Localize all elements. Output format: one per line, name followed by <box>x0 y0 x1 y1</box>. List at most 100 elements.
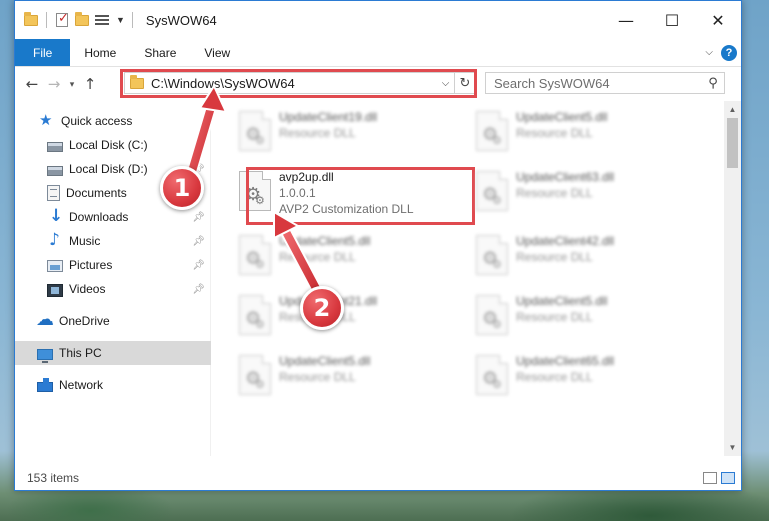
sidebar-item-pictures[interactable]: Pictures 📌︎ <box>15 253 211 277</box>
pin-icon[interactable]: 📌︎ <box>192 284 205 295</box>
sidebar-item-music[interactable]: Music 📌︎ <box>15 229 211 253</box>
music-icon <box>47 230 63 250</box>
sidebar-item-this-pc[interactable]: This PC <box>15 341 211 365</box>
close-button[interactable]: ✕ <box>695 1 741 39</box>
window-controls: — ☐ ✕ <box>603 1 741 39</box>
file-description: Resource DLL <box>279 126 356 140</box>
videos-icon <box>47 283 63 297</box>
tab-file[interactable]: File <box>15 39 71 66</box>
view-toggle <box>703 472 741 484</box>
toolbar-divider <box>131 12 133 28</box>
sidebar-item-label: Local Disk (C:) <box>69 138 148 152</box>
dll-file-icon: ⚙ ⚙ <box>476 235 508 275</box>
dll-file-icon: ⚙ ⚙ <box>239 295 271 335</box>
recent-locations-chevron-icon[interactable]: ▾ <box>65 79 79 90</box>
sidebar-item-label: Documents <box>66 186 127 200</box>
scroll-up-arrow-icon[interactable]: ▲ <box>724 101 741 118</box>
up-button[interactable]: ↑ <box>79 75 101 93</box>
file-description: Resource DLL <box>516 310 593 324</box>
file-description: Resource DLL <box>279 370 356 384</box>
sidebar-item-onedrive[interactable]: OneDrive <box>15 309 211 333</box>
file-description: Resource DLL <box>516 126 593 140</box>
sidebar-item-local-disk-c[interactable]: Local Disk (C:) 📌︎ <box>15 133 211 157</box>
file-name: UpdateClient42.dll <box>516 234 615 248</box>
network-icon <box>37 377 53 392</box>
file-item[interactable]: ⚙ ⚙ UpdateClient5.dll Resource DLL <box>239 229 459 285</box>
dll-file-icon: ⚙ ⚙ <box>476 171 508 211</box>
back-button[interactable]: ← <box>21 75 43 93</box>
dll-file-icon: ⚙ ⚙ <box>239 235 271 275</box>
pin-icon[interactable]: 📌︎ <box>192 260 205 271</box>
toolbar-divider <box>46 12 47 28</box>
ribbon-right-controls: ⌵ ? <box>705 44 741 61</box>
explorer-window: ▼ SysWOW64 — ☐ ✕ File Home Share View ⌵ … <box>14 0 742 491</box>
dll-file-icon: ⚙ ⚙ <box>476 111 508 151</box>
documents-icon <box>47 185 60 201</box>
new-folder-icon[interactable] <box>74 12 90 28</box>
pin-icon[interactable]: 📌︎ <box>192 236 205 247</box>
sidebar-item-label: This PC <box>59 346 102 360</box>
file-description: Resource DLL <box>516 250 593 264</box>
folder-icon[interactable] <box>23 12 39 28</box>
file-item[interactable]: ⚙ ⚙ UpdateClient5.dll Resource DLL <box>239 349 459 405</box>
sidebar-item-label: Pictures <box>69 258 113 272</box>
file-name: UpdateClient5.dll <box>279 234 371 248</box>
search-box[interactable]: Search SysWOW64 ⚲ <box>485 72 725 94</box>
expand-ribbon-chevron-icon[interactable]: ⌵ <box>705 47 713 58</box>
address-highlight-box <box>120 69 477 98</box>
details-view-icon[interactable] <box>703 472 717 484</box>
navigation-pane: Quick access Local Disk (C:) 📌︎ Local Di… <box>15 101 211 456</box>
ribbon-tabs: File Home Share View ⌵ ? <box>15 39 741 67</box>
sidebar-item-label: Local Disk (D:) <box>69 162 148 176</box>
file-description: Resource DLL <box>279 250 356 264</box>
large-icons-view-icon[interactable] <box>721 472 735 484</box>
callout-badge-2: 2 <box>300 286 344 330</box>
vertical-scrollbar[interactable]: ▲ ▼ <box>724 101 741 456</box>
sidebar-item-label: Videos <box>69 282 106 296</box>
file-name: UpdateClient5.dll <box>279 354 371 368</box>
callout-badge-1: 1 <box>160 166 204 210</box>
file-name: UpdateClient5.dll <box>516 110 608 124</box>
search-icon[interactable]: ⚲ <box>702 76 724 91</box>
pictures-icon <box>47 260 63 272</box>
file-item[interactable]: ⚙ ⚙ UpdateClient5.dll Resource DLL <box>476 289 696 345</box>
maximize-button[interactable]: ☐ <box>649 1 695 39</box>
file-item[interactable]: ⚙⚙ UpdateClient21.dllResource DLL <box>239 289 459 345</box>
minimize-button[interactable]: — <box>603 1 649 39</box>
star-icon <box>39 111 55 129</box>
sidebar-item-network[interactable]: Network <box>15 373 211 397</box>
item-count: 153 items <box>27 471 80 485</box>
file-item[interactable]: ⚙ ⚙ UpdateClient65.dll Resource DLL <box>476 349 696 405</box>
status-bar: 153 items <box>15 466 741 490</box>
tab-home[interactable]: Home <box>70 39 130 66</box>
file-name: UpdateClient65.dll <box>516 354 615 368</box>
file-name: UpdateClient19.dll <box>279 110 378 124</box>
scroll-down-arrow-icon[interactable]: ▼ <box>724 439 741 456</box>
search-input[interactable]: Search SysWOW64 <box>494 76 610 91</box>
file-item[interactable]: ⚙ ⚙ UpdateClient42.dll Resource DLL <box>476 229 696 285</box>
file-highlight-box <box>246 167 475 225</box>
file-item[interactable]: ⚙ ⚙ UpdateClient5.dll Resource DLL <box>476 105 696 161</box>
disk-icon <box>47 165 63 176</box>
pin-icon[interactable]: 📌︎ <box>192 140 205 151</box>
checklist-icon[interactable] <box>54 11 70 28</box>
file-item[interactable]: ⚙ ⚙ UpdateClient19.dll Resource DLL <box>239 105 459 161</box>
dll-file-icon: ⚙ ⚙ <box>476 295 508 335</box>
sidebar-item-label: Downloads <box>69 210 129 224</box>
sidebar-item-quick-access[interactable]: Quick access <box>15 109 211 133</box>
pin-icon[interactable]: 📌︎ <box>192 212 205 223</box>
forward-button[interactable]: → <box>43 75 65 93</box>
scrollbar-thumb[interactable] <box>727 118 738 168</box>
window-title: SysWOW64 <box>145 12 217 28</box>
disk-icon <box>47 141 63 152</box>
sidebar-item-videos[interactable]: Videos 📌︎ <box>15 277 211 301</box>
help-icon[interactable]: ? <box>721 44 737 61</box>
cloud-icon <box>36 309 54 330</box>
tab-share[interactable]: Share <box>130 39 190 66</box>
properties-icon[interactable] <box>94 12 110 28</box>
tab-view[interactable]: View <box>190 39 244 66</box>
customize-toolbar-chevron-icon[interactable]: ▼ <box>116 15 125 25</box>
file-name: UpdateClient63.dll <box>516 170 615 184</box>
sidebar-item-label: Network <box>59 378 104 392</box>
file-item[interactable]: ⚙ ⚙ UpdateClient63.dll Resource DLL <box>476 165 696 221</box>
